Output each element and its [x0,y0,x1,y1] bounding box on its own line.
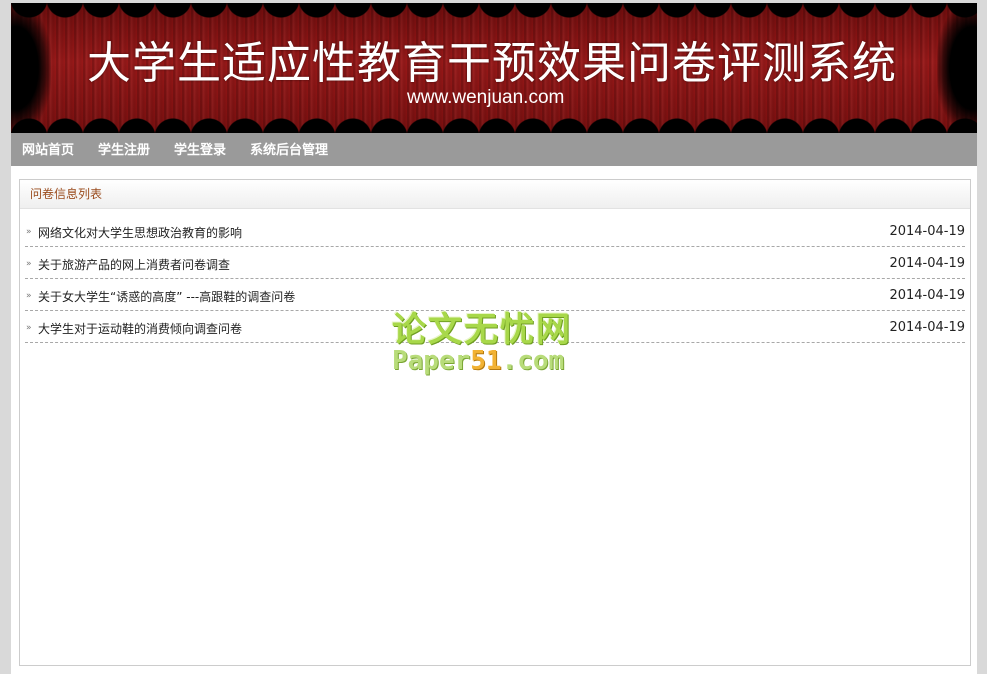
nav-item-student-login[interactable]: 学生登录 [174,133,226,166]
survey-date: 2014-04-19 [889,320,965,335]
survey-link[interactable]: 大学生对于运动鞋的消费倾向调查问卷 [38,320,242,337]
survey-date: 2014-04-19 [889,256,965,271]
survey-date: 2014-04-19 [889,288,965,303]
page-container: 大学生适应性教育干预效果问卷评测系统 www.wenjuan.com 网站首页 … [11,3,977,674]
double-chevron-right-icon: » [26,291,32,301]
nav-item-student-register[interactable]: 学生注册 [98,133,150,166]
double-chevron-right-icon: » [26,227,32,237]
survey-link[interactable]: 网络文化对大学生思想政治教育的影响 [38,224,242,241]
nav-item-home[interactable]: 网站首页 [22,133,74,166]
list-item: » 大学生对于运动鞋的消费倾向调查问卷 2014-04-19 [25,314,965,343]
list-item: » 关于女大学生“诱惑的高度” ---高跟鞋的调查问卷 2014-04-19 [25,282,965,311]
banner-decoration-bottom [11,111,977,133]
panel-header: 问卷信息列表 [20,180,970,209]
main-nav: 网站首页 学生注册 学生登录 系统后台管理 [11,133,977,166]
site-url: www.wenjuan.com [407,87,565,108]
site-title: 大学生适应性教育干预效果问卷评测系统 [87,38,897,89]
survey-list-panel: 问卷信息列表 » 网络文化对大学生思想政治教育的影响 2014-04-19 » … [19,179,971,666]
survey-link[interactable]: 关于旅游产品的网上消费者问卷调查 [38,256,230,273]
survey-list: » 网络文化对大学生思想政治教育的影响 2014-04-19 » 关于旅游产品的… [25,218,965,346]
banner-decoration-top [11,3,977,25]
banner-decoration-left [11,3,51,133]
double-chevron-right-icon: » [26,259,32,269]
nav-item-admin[interactable]: 系统后台管理 [250,133,328,166]
banner-decoration-right [937,3,977,133]
double-chevron-right-icon: » [26,323,32,333]
panel-title: 问卷信息列表 [30,187,103,201]
list-item: » 关于旅游产品的网上消费者问卷调查 2014-04-19 [25,250,965,279]
survey-link[interactable]: 关于女大学生“诱惑的高度” ---高跟鞋的调查问卷 [38,288,295,305]
list-item: » 网络文化对大学生思想政治教育的影响 2014-04-19 [25,218,965,247]
survey-date: 2014-04-19 [889,224,965,239]
site-banner: 大学生适应性教育干预效果问卷评测系统 www.wenjuan.com [11,3,977,133]
